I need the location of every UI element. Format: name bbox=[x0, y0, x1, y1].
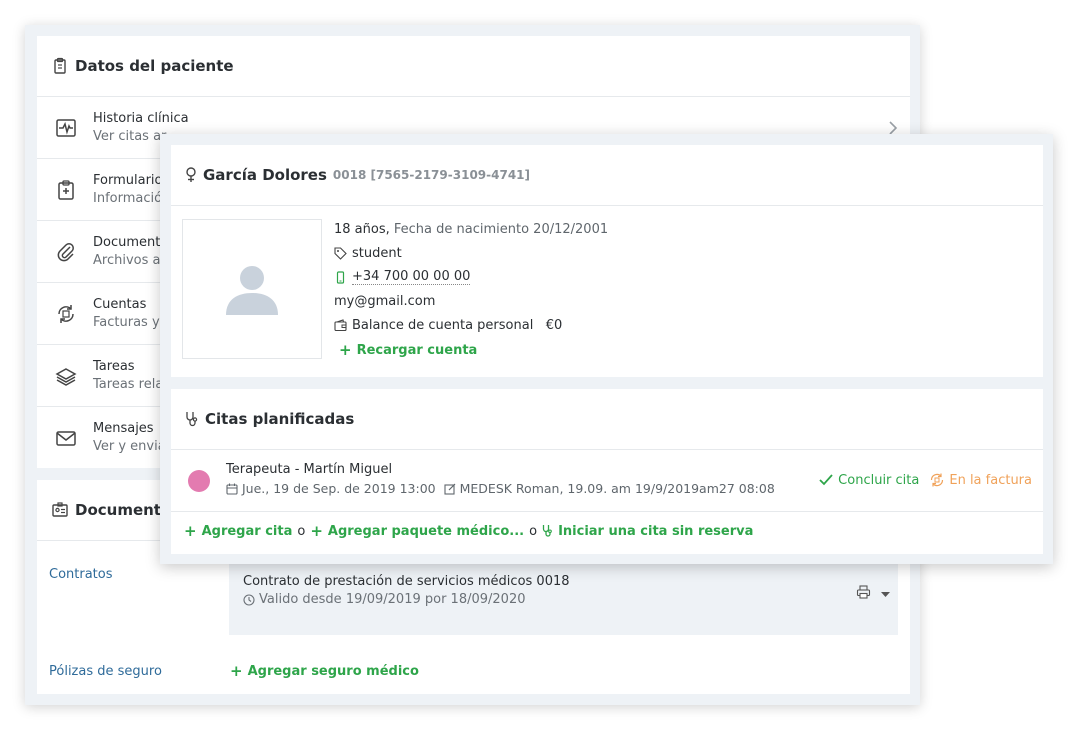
invoice-button[interactable]: En la factura bbox=[929, 472, 1032, 488]
nav-item-title: Cuentas bbox=[93, 296, 147, 312]
contracts-label: Contratos bbox=[49, 567, 113, 582]
patient-popup: García Dolores 0018 [7565-2179-3109-4741… bbox=[160, 134, 1053, 564]
contract-validity-line: Valido desde 19/09/2019 por 18/09/2020 bbox=[243, 591, 884, 609]
paperclip-icon bbox=[55, 241, 77, 263]
recharge-account-button[interactable]: + Recargar cuenta bbox=[339, 341, 477, 359]
female-gender-icon bbox=[185, 167, 197, 183]
recharge-line: + Recargar cuenta bbox=[334, 338, 608, 362]
edit-icon bbox=[444, 483, 456, 495]
invoice-cycle-icon bbox=[929, 472, 945, 488]
insurance-row: Pólizas de seguro + Agregar seguro médic… bbox=[37, 660, 910, 684]
checkmark-icon bbox=[819, 474, 833, 486]
contract-validity: Valido desde 19/09/2019 por 18/09/2020 bbox=[259, 592, 526, 607]
chevron-right-icon bbox=[888, 121, 898, 135]
separator-or: o bbox=[297, 523, 306, 539]
plus-icon: + bbox=[184, 522, 197, 540]
insurance-label: Pólizas de seguro bbox=[49, 664, 162, 679]
patient-email: my@gmail.com bbox=[334, 293, 436, 309]
conclude-label: Concluir cita bbox=[838, 472, 920, 488]
patient-tag: student bbox=[352, 245, 402, 261]
patient-name: García Dolores bbox=[203, 166, 327, 184]
nav-item-title: Formulario bbox=[93, 172, 163, 188]
patient-summary-card: García Dolores 0018 [7565-2179-3109-4741… bbox=[171, 145, 1043, 377]
mobile-phone-icon bbox=[334, 270, 347, 284]
nav-item-subtitle: Facturas y l bbox=[93, 314, 168, 330]
envelope-icon bbox=[55, 427, 77, 449]
appointment-item[interactable]: Terapeuta - Martín Miguel Jue., 19 de Se… bbox=[171, 450, 1043, 512]
phone-line: +34 700 00 00 00 bbox=[334, 265, 608, 289]
patient-photo-placeholder[interactable] bbox=[182, 219, 322, 359]
wallet-icon bbox=[334, 318, 347, 332]
tag-icon bbox=[334, 246, 347, 260]
add-package-label: Agregar paquete médico... bbox=[327, 523, 525, 539]
stethoscope-icon bbox=[185, 411, 199, 427]
balance-line: Balance de cuenta personal €0 bbox=[334, 313, 608, 337]
email-line: my@gmail.com bbox=[334, 289, 608, 313]
heartbeat-icon bbox=[55, 117, 77, 139]
contracts-row: Contratos Contrato de prestación de serv… bbox=[37, 553, 910, 635]
calendar-icon bbox=[226, 483, 238, 495]
medical-form-icon bbox=[55, 179, 77, 201]
appointment-meta: Jue., 19 de Sep. de 2019 13:00 MEDESK Ro… bbox=[226, 481, 775, 496]
recharge-label: Recargar cuenta bbox=[356, 342, 478, 358]
appointments-title: Citas planificadas bbox=[205, 410, 355, 428]
clock-icon bbox=[243, 594, 255, 606]
stethoscope-icon bbox=[542, 524, 554, 538]
nav-item-subtitle: Archivos ad bbox=[93, 252, 169, 268]
id-card-icon bbox=[51, 501, 69, 519]
patient-birthdate: Fecha de nacimiento 20/12/2001 bbox=[393, 221, 609, 237]
patient-phone[interactable]: +34 700 00 00 00 bbox=[352, 269, 471, 285]
add-insurance-button[interactable]: + Agregar seguro médico bbox=[230, 662, 419, 680]
appointment-status-dot bbox=[188, 470, 210, 492]
invoice-label: En la factura bbox=[949, 472, 1032, 488]
patient-id: 0018 [7565-2179-3109-4741] bbox=[332, 168, 531, 182]
patient-data-title: Datos del paciente bbox=[75, 57, 234, 75]
balance-label: Balance de cuenta personal bbox=[352, 317, 534, 333]
nav-item-subtitle: Ver y envia bbox=[93, 439, 166, 454]
plus-icon: + bbox=[339, 341, 352, 359]
nav-item-title: Mensajes bbox=[93, 421, 154, 436]
separator-or: o bbox=[529, 523, 538, 539]
walk-in-label: Iniciar una cita sin reserva bbox=[558, 523, 754, 539]
nav-item-subtitle: Informació bbox=[93, 190, 163, 206]
add-appointment-button[interactable]: + Agregar cita bbox=[184, 522, 292, 540]
tag-line: student bbox=[334, 241, 608, 265]
clipboard-icon bbox=[51, 57, 69, 75]
patient-info: 18 años, Fecha de nacimiento 20/12/2001 … bbox=[334, 217, 608, 362]
avatar-icon bbox=[226, 266, 278, 315]
nav-item-title: Historia clínica bbox=[93, 110, 189, 126]
patient-data-header: Datos del paciente bbox=[37, 36, 910, 97]
balance-value: €0 bbox=[545, 317, 563, 333]
printer-icon[interactable] bbox=[856, 585, 871, 603]
patient-header: García Dolores 0018 [7565-2179-3109-4741… bbox=[171, 145, 1043, 206]
nav-item-title: Documento bbox=[93, 234, 169, 250]
add-medical-package-button[interactable]: + Agregar paquete médico... bbox=[310, 522, 524, 540]
plus-icon: + bbox=[230, 662, 243, 680]
patient-age: 18 años, bbox=[334, 221, 390, 237]
appointment-actions: + Agregar cita o + Agregar paquete médic… bbox=[184, 522, 753, 540]
appointments-header: Citas planificadas bbox=[171, 389, 1043, 450]
plus-icon: + bbox=[310, 522, 323, 540]
contract-item[interactable]: Contrato de prestación de servicios médi… bbox=[229, 553, 898, 635]
appointment-title: Terapeuta - Martín Miguel bbox=[226, 462, 393, 477]
contract-title: Contrato de prestación de servicios médi… bbox=[243, 574, 570, 589]
nav-item-title: Tareas bbox=[93, 358, 135, 374]
billing-cycle-icon bbox=[55, 303, 77, 325]
add-appointment-label: Agregar cita bbox=[201, 523, 293, 539]
walk-in-appointment-button[interactable]: Iniciar una cita sin reserva bbox=[542, 524, 753, 539]
caret-down-icon[interactable] bbox=[881, 587, 890, 602]
conclude-appointment-button[interactable]: Concluir cita bbox=[819, 473, 919, 488]
layers-icon bbox=[55, 365, 77, 387]
age-line: 18 años, Fecha de nacimiento 20/12/2001 bbox=[334, 217, 608, 241]
appointment-edited: MEDESK Roman, 19.09. am 19/9/2019am27 08… bbox=[459, 481, 775, 496]
planned-appointments-card: Citas planificadas Terapeuta - Martín Mi… bbox=[171, 389, 1043, 554]
nav-item-subtitle: Tareas rela bbox=[93, 376, 164, 392]
appointment-date: Jue., 19 de Sep. de 2019 13:00 bbox=[242, 481, 436, 496]
add-insurance-label: Agregar seguro médico bbox=[247, 663, 419, 679]
